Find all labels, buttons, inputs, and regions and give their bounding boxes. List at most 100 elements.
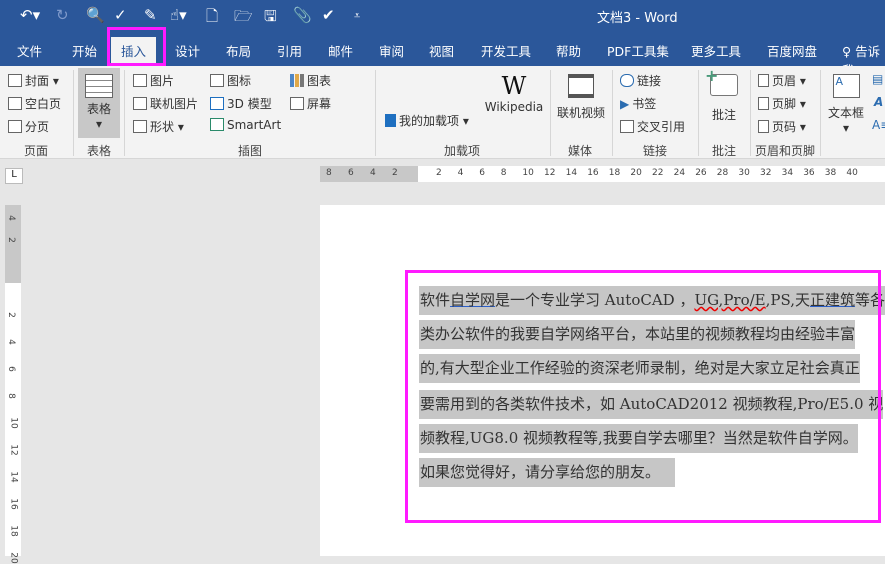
customize-icon[interactable]: ⩡ bbox=[354, 9, 360, 23]
ruler-tick: 2 bbox=[5, 237, 16, 243]
bookmark-button[interactable]: ▶ 书签 bbox=[620, 95, 656, 112]
tab-review[interactable]: 审阅 bbox=[379, 41, 404, 60]
tab-selector[interactable]: L bbox=[5, 168, 23, 184]
divider bbox=[73, 70, 74, 156]
page-number-button[interactable]: 页码 ▾ bbox=[758, 118, 806, 135]
quick-parts-icon[interactable]: ▤ bbox=[872, 72, 883, 86]
ruler-tick: 18 bbox=[8, 525, 19, 537]
shapes-button[interactable]: 形状 ▾ bbox=[133, 118, 184, 135]
ruler-tick: 4 bbox=[5, 215, 16, 221]
ruler-tick: 4 bbox=[457, 168, 464, 178]
footer-button[interactable]: 页脚 ▾ bbox=[758, 95, 806, 112]
ruler-tick: 10 bbox=[522, 168, 534, 178]
shapes-icon bbox=[133, 120, 147, 133]
online-video-label: 联机视频 bbox=[556, 106, 605, 120]
check-icon[interactable]: ✔ bbox=[322, 6, 335, 24]
picture-icon bbox=[133, 74, 147, 87]
ruler-tick: 20 bbox=[8, 552, 19, 564]
ruler-tick: 8 bbox=[500, 168, 507, 178]
pictures-button[interactable]: 图片 bbox=[133, 72, 174, 89]
attach-icon[interactable]: 📎 bbox=[293, 6, 312, 24]
tab-view[interactable]: 视图 bbox=[429, 41, 454, 60]
edit-icon[interactable]: ✎ bbox=[144, 6, 157, 24]
ruler-tick: 6 bbox=[5, 366, 16, 372]
online-video-button[interactable]: 联机视频 bbox=[555, 74, 607, 121]
tab-mailings[interactable]: 邮件 bbox=[328, 41, 353, 60]
redo-icon[interactable]: ↻ bbox=[56, 6, 69, 24]
spelling-icon[interactable]: ✓ bbox=[114, 6, 127, 24]
ruler-tick: 22 bbox=[652, 168, 664, 178]
cross-reference-button[interactable]: 交叉引用 bbox=[620, 118, 685, 135]
comment-icon: + bbox=[705, 66, 738, 96]
save-icon[interactable]: 🖫 bbox=[264, 6, 277, 31]
group-label-links: 链接 bbox=[643, 144, 668, 158]
new-icon[interactable]: 🗋 bbox=[206, 6, 218, 31]
divider bbox=[375, 70, 376, 156]
ruler-tick: 10 bbox=[8, 417, 19, 429]
tab-references[interactable]: 引用 bbox=[277, 41, 302, 60]
ruler-tick: 40 bbox=[846, 168, 858, 178]
touch-mode-icon[interactable]: ☝▾ bbox=[170, 6, 187, 24]
blank-page-button[interactable]: 空白页 bbox=[8, 95, 61, 112]
ruler-tick: 30 bbox=[738, 168, 750, 178]
ruler-tick: 16 bbox=[587, 168, 599, 178]
table-label: 表格 bbox=[86, 102, 111, 116]
ruler-tick: 2 bbox=[5, 312, 16, 318]
drop-cap-icon[interactable]: A≡ bbox=[872, 118, 885, 132]
link-button[interactable]: 链接 bbox=[620, 72, 661, 89]
table-button[interactable]: 表格 ▾ bbox=[78, 68, 120, 138]
horizontal-ruler[interactable]: 8 6 4 2 2 4 6 8 10 12 14 16 18 20 22 24 26 28 30 32 34 36 38 40 bbox=[320, 166, 885, 182]
ruler-tick: 8 bbox=[5, 393, 16, 399]
tab-developer[interactable]: 开发工具 bbox=[481, 41, 531, 60]
smartart-button[interactable]: SmartArt bbox=[210, 118, 281, 132]
ruler-tick: 14 bbox=[565, 168, 578, 178]
table-icon bbox=[85, 74, 113, 98]
lightbulb-icon: ♀ bbox=[842, 44, 852, 59]
tab-file[interactable]: 文件 bbox=[17, 41, 42, 60]
group-label-table: 表格 bbox=[87, 144, 112, 158]
wordart-icon[interactable]: A bbox=[874, 95, 883, 109]
ruler-tick: 16 bbox=[8, 498, 19, 510]
online-picture-icon bbox=[133, 97, 147, 110]
page-number-icon bbox=[758, 120, 769, 133]
cross-reference-icon bbox=[620, 120, 634, 133]
ruler-tick: 18 bbox=[608, 168, 621, 178]
cover-page-button[interactable]: 封面 ▾ bbox=[8, 72, 59, 89]
tab-design[interactable]: 设计 bbox=[175, 41, 200, 60]
ruler-tick: 6 bbox=[479, 168, 485, 178]
tab-more-tools[interactable]: 更多工具 bbox=[691, 41, 741, 60]
ruler-tick: 20 bbox=[630, 168, 642, 178]
page-break-button[interactable]: 分页 bbox=[8, 118, 49, 135]
icons-button[interactable]: 图标 bbox=[210, 72, 251, 89]
header-button[interactable]: 页眉 ▾ bbox=[758, 72, 806, 89]
group-label-illustrations: 插图 bbox=[238, 144, 263, 158]
print-preview-icon[interactable]: 🔍 bbox=[86, 6, 105, 24]
chart-button[interactable]: 图表 bbox=[290, 72, 331, 89]
divider bbox=[612, 70, 613, 156]
3d-models-button[interactable]: 3D 模型 bbox=[210, 95, 272, 112]
tab-pdf-tools[interactable]: PDF工具集 bbox=[607, 41, 669, 60]
ruler-tick: 8 bbox=[326, 168, 332, 178]
wikipedia-button[interactable]: W Wikipedia bbox=[484, 72, 544, 114]
tab-baidu-netdisk[interactable]: 百度网盘 bbox=[767, 41, 817, 60]
chart-icon bbox=[290, 74, 304, 87]
page-break-icon bbox=[8, 120, 22, 133]
textbox-icon: A bbox=[832, 74, 860, 98]
comment-button[interactable]: + 批注 bbox=[704, 66, 744, 123]
divider bbox=[698, 70, 699, 156]
my-addins-button[interactable]: 我的加载项 ▾ bbox=[385, 112, 469, 129]
online-pictures-button[interactable]: 联机图片 bbox=[133, 95, 198, 112]
tab-home[interactable]: 开始 bbox=[72, 41, 97, 60]
title-bar: ↶▾ ↻ 🔍 ✓ ✎ ☝▾ 🗋 🗁 🖫 📎 ✔ ⩡ 文档3 - Word bbox=[0, 0, 885, 30]
tab-layout[interactable]: 布局 bbox=[226, 41, 251, 60]
textbox-label: 文本框 bbox=[827, 106, 864, 120]
tab-help[interactable]: 帮助 bbox=[556, 41, 581, 60]
open-icon[interactable]: 🗁 bbox=[234, 6, 253, 31]
undo-icon[interactable]: ↶▾ bbox=[20, 6, 40, 24]
ruler-tick: 24 bbox=[673, 168, 686, 178]
footer-icon bbox=[758, 97, 769, 110]
ruler-tick: 38 bbox=[824, 168, 837, 178]
vertical-ruler[interactable]: 4 2 2 4 6 8 10 12 14 16 18 20 bbox=[5, 205, 21, 564]
screenshot-button[interactable]: 屏幕 bbox=[290, 95, 331, 112]
textbox-button[interactable]: A 文本框 ▾ bbox=[825, 74, 867, 135]
